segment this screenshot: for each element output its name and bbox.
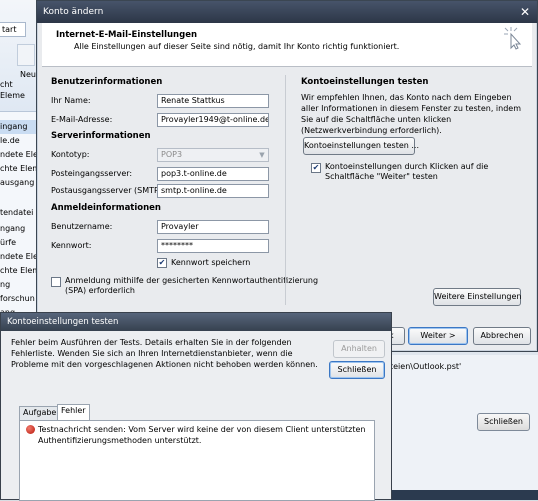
nav-item[interactable]: le.de xyxy=(0,134,40,148)
nav-item[interactable]: ndete Ele xyxy=(0,148,40,162)
header-subtitle: Alle Einstellungen auf dieser Seite sind… xyxy=(74,42,400,51)
auto-test-checkbox[interactable]: ✔ xyxy=(311,163,321,173)
name-label: Ihr Name: xyxy=(51,96,91,105)
test-dialog-title: Kontoeinstellungen testen xyxy=(1,313,391,331)
next-button[interactable]: Weiter > xyxy=(408,327,468,345)
server-info-heading: Serverinformationen xyxy=(51,131,151,141)
chevron-down-icon: ▼ xyxy=(259,151,265,159)
incoming-server-field[interactable]: pop3.t-online.de xyxy=(157,167,269,181)
nav-item[interactable]: tendatei xyxy=(0,206,40,220)
dialog-header: Internet-E-Mail-Einstellungen Alle Einst… xyxy=(42,23,532,67)
nav-item[interactable]: forschun xyxy=(0,292,40,306)
nav-item[interactable]: chte Elem xyxy=(0,264,40,278)
spa-label-line2: (SPA) erforderlich xyxy=(65,286,135,295)
nav-item[interactable]: ürfe xyxy=(0,236,40,250)
ribbon-tab-start[interactable]: tart xyxy=(0,22,26,37)
save-password-checkbox[interactable]: ✔ xyxy=(157,258,167,268)
email-field[interactable]: Provayler1949@t-online.de xyxy=(157,113,269,127)
close-button[interactable]: Schließen xyxy=(329,361,385,379)
test-settings-dialog: Kontoeinstellungen testen Fehler beim Au… xyxy=(0,312,392,501)
outgoing-server-label: Postausgangsserver (SMTP): xyxy=(51,186,165,195)
user-info-heading: Benutzerinformationen xyxy=(51,77,163,87)
auto-test-label-line2: Schaltfläche "Weiter" testen xyxy=(325,172,438,181)
account-type-select: POP3 ▼ xyxy=(157,148,269,162)
change-account-dialog: Konto ändern ✕ Internet-E-Mail-Einstellu… xyxy=(36,0,538,352)
error-list: Testnachricht senden: Vom Server wird ke… xyxy=(19,420,375,501)
login-info-heading: Anmeldeinformationen xyxy=(51,203,161,213)
auto-test-label-line1: Kontoeinstellungen durch Klicken auf die xyxy=(325,162,489,171)
account-type-label: Kontotyp: xyxy=(51,150,90,159)
taskbar xyxy=(384,490,538,500)
test-settings-heading: Kontoeinstellungen testen xyxy=(301,77,429,87)
nav-item[interactable]: chte Elem xyxy=(0,162,40,176)
cursor-click-icon xyxy=(504,27,522,50)
error-icon xyxy=(26,425,35,434)
dialog-title: Konto ändern xyxy=(43,7,104,17)
close-icon[interactable]: ✕ xyxy=(517,4,533,20)
spa-label-line1: Anmeldung mithilfe der gesicherten Kennw… xyxy=(65,276,319,285)
username-label: Benutzername: xyxy=(51,222,113,231)
nav-item[interactable]: ng xyxy=(0,278,40,292)
new-item-icon[interactable] xyxy=(17,44,35,66)
account-settings-close-button[interactable]: Schließen xyxy=(477,413,530,431)
email-label: E-Mail-Adresse: xyxy=(51,115,113,124)
test-error-message: Fehler beim Ausführen der Tests. Details… xyxy=(11,338,318,369)
username-field[interactable]: Provayler xyxy=(157,220,269,234)
spa-checkbox[interactable] xyxy=(51,277,61,287)
column-divider xyxy=(285,75,286,305)
cancel-button[interactable]: Abbrechen xyxy=(473,327,531,345)
nav-item[interactable]: ingang xyxy=(0,120,40,134)
list-item[interactable]: Testnachricht senden: Vom Server wird ke… xyxy=(38,424,368,446)
name-field[interactable]: Renate Stattkus xyxy=(157,94,269,108)
more-settings-button[interactable]: Weitere Einstellungen xyxy=(433,288,521,306)
outgoing-server-field[interactable]: smtp.t-online.de xyxy=(157,184,269,198)
ribbon: tart Neu cht Eleme xyxy=(0,0,40,112)
tab-errors[interactable]: Fehler xyxy=(57,404,90,420)
save-password-label: Kennwort speichern xyxy=(171,258,251,267)
nav-item[interactable]: ngang xyxy=(0,222,40,236)
data-file-path: teien\Outlook.pst' xyxy=(390,362,462,371)
test-account-button[interactable]: Kontoeinstellungen testen ... xyxy=(303,137,419,155)
nav-item[interactable]: ausgang xyxy=(0,176,40,190)
ribbon-new-item-label[interactable]: cht Eleme xyxy=(0,79,40,101)
incoming-server-label: Posteingangsserver: xyxy=(51,169,133,178)
password-label: Kennwort: xyxy=(51,241,92,250)
nav-item[interactable]: ndete Ele xyxy=(0,250,40,264)
stop-button[interactable]: Anhalten xyxy=(333,340,385,358)
test-settings-description: Wir empfehlen Ihnen, das Konto nach dem … xyxy=(301,93,521,135)
account-type-value: POP3 xyxy=(161,150,183,159)
password-field[interactable]: ******** xyxy=(157,239,269,253)
navigation-pane: ingang le.de ndete Ele chte Elem ausgang… xyxy=(0,112,40,322)
header-title: Internet-E-Mail-Einstellungen xyxy=(56,30,198,40)
dialog-titlebar: Konto ändern ✕ xyxy=(37,1,537,23)
